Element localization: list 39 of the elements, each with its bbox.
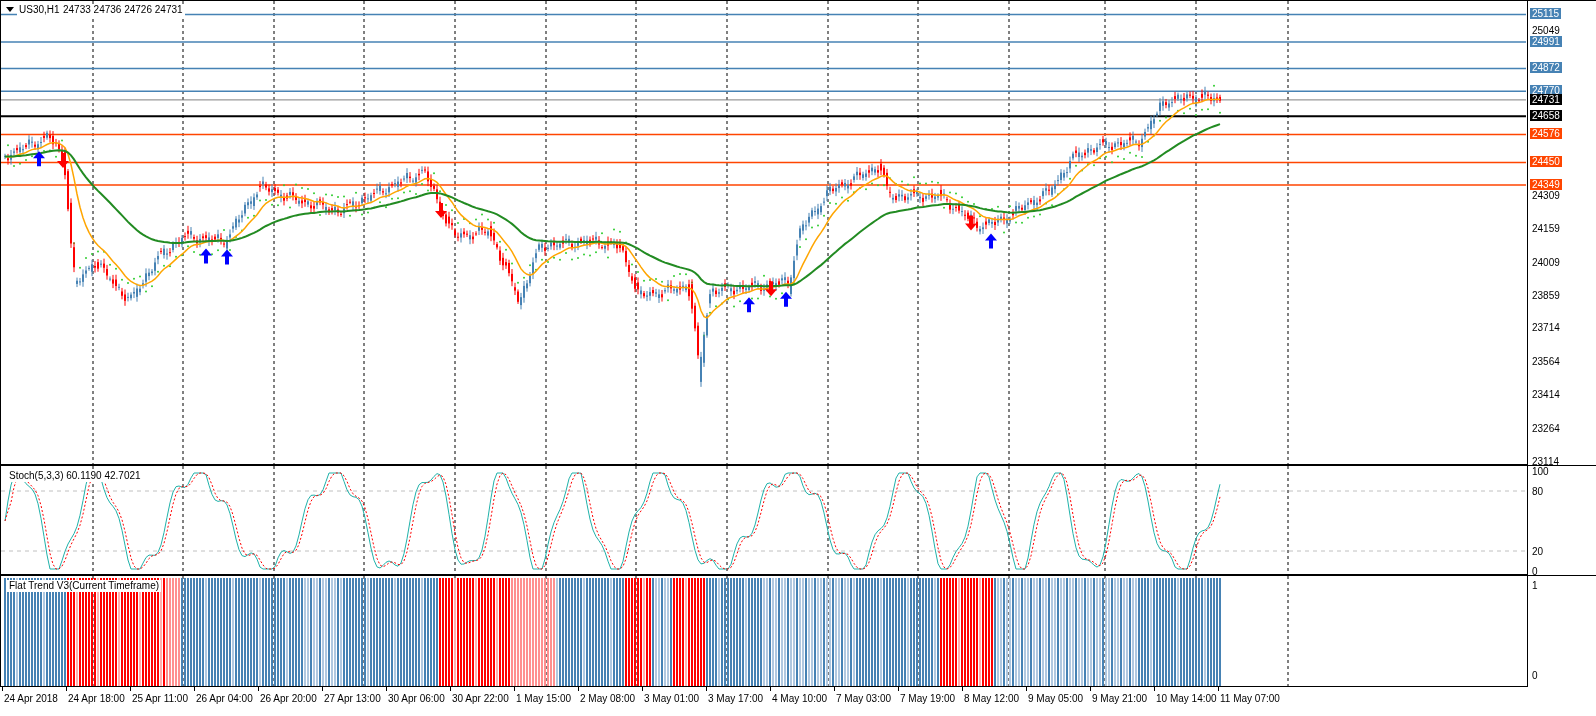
price-tick-label: 23859 — [1532, 290, 1560, 302]
price-tick-label: 23114 — [1532, 456, 1560, 467]
flat-trend-tick-label: 1 — [1532, 580, 1538, 591]
up-arrow-icon — [221, 249, 233, 265]
price-tick-label: 23414 — [1532, 389, 1560, 401]
price-level-label: 24731 — [1530, 93, 1562, 105]
price-level-label: 24450 — [1530, 156, 1562, 168]
flat-trend-tick-label: 0 — [1532, 670, 1538, 681]
up-arrow-icon — [743, 297, 755, 313]
price-tick-label: 24159 — [1532, 223, 1560, 235]
stochastic-tick-label: 20 — [1532, 546, 1544, 557]
dropdown-triangle-icon[interactable] — [6, 7, 14, 12]
price-tick-label: 24309 — [1532, 189, 1560, 201]
symbol-title: US30,H1 — [17, 4, 62, 16]
up-arrow-icon — [985, 233, 997, 249]
stochastic-tick-label: 80 — [1532, 486, 1544, 497]
price-level-label: 25115 — [1530, 8, 1562, 20]
price-level-label: 24658 — [1530, 110, 1562, 122]
down-arrow-icon — [965, 215, 977, 231]
down-arrow-icon — [765, 281, 777, 297]
ohlc-values: 24733 24736 24726 24731 — [61, 4, 185, 16]
stochastic-tick-label: 100 — [1532, 466, 1549, 477]
flat-trend-title: Flat Trend V3(Current Timeframe) — [7, 580, 162, 592]
price-level-label: 24991 — [1530, 36, 1562, 47]
price-tick-label: 25049 — [1532, 25, 1560, 37]
down-arrow-icon — [57, 153, 69, 168]
up-arrow-icon — [33, 151, 45, 167]
price-level-label: 24872 — [1530, 62, 1562, 74]
price-tick-label: 23714 — [1532, 322, 1560, 334]
up-arrow-icon — [780, 291, 792, 307]
price-level-label: 24349 — [1530, 178, 1562, 190]
price-level-label: 24576 — [1530, 128, 1562, 140]
price-tick-label: 24009 — [1532, 256, 1560, 268]
up-arrow-icon — [200, 248, 212, 264]
price-tick-label: 23564 — [1532, 355, 1560, 367]
stochastic-tick-label: 0 — [1532, 566, 1538, 577]
stochastic-title: Stoch(5,3,3) 60.1190 42.7021 — [7, 470, 143, 482]
down-arrow-icon — [435, 203, 447, 218]
price-tick-label: 23264 — [1532, 422, 1560, 434]
